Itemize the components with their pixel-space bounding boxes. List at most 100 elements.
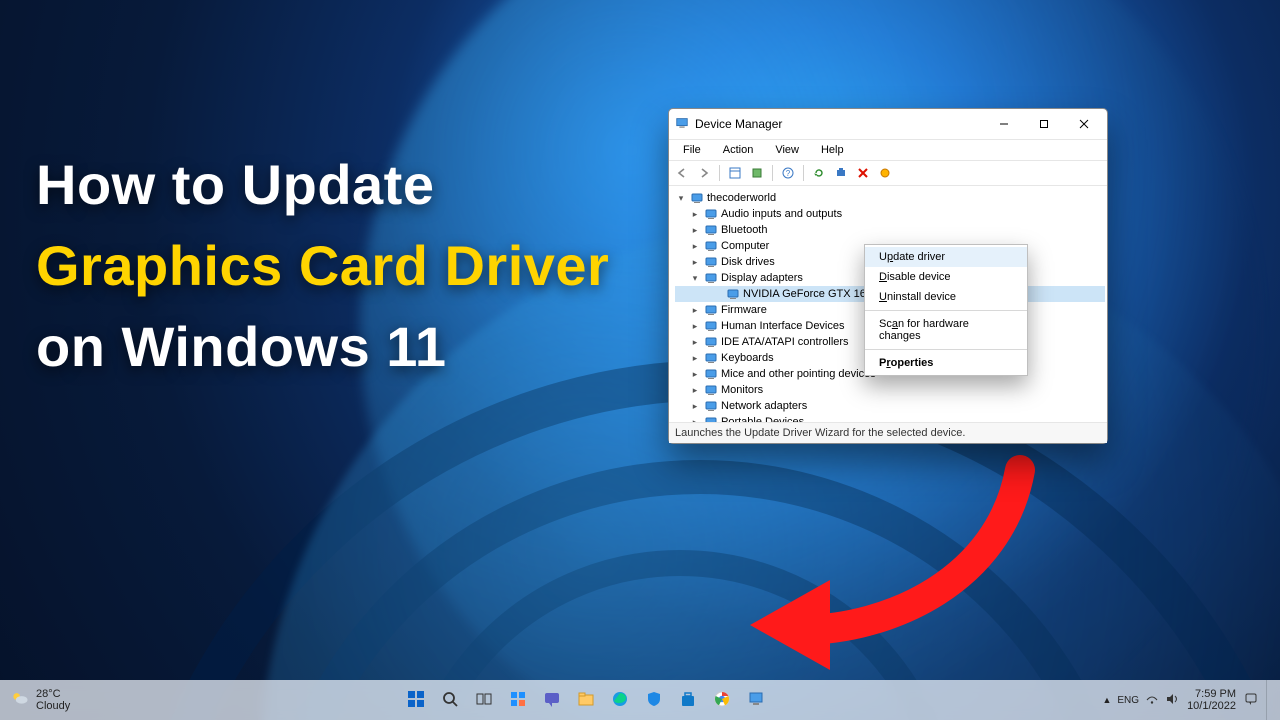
- chat-icon: [543, 690, 561, 711]
- taskbar-app-widgets[interactable]: [504, 686, 532, 714]
- headline-overlay: How to Update Graphics Card Driver on Wi…: [36, 144, 609, 388]
- toolbar-refresh-icon[interactable]: [810, 164, 828, 182]
- toolbar-view-icon[interactable]: [726, 164, 744, 182]
- device-manager-icon: [675, 116, 689, 133]
- context-menu-item[interactable]: Scan for hardware changes: [865, 314, 1027, 346]
- chevron-right-icon[interactable]: ▸: [689, 385, 701, 396]
- tree-node-label: Firmware: [721, 304, 767, 316]
- maximize-button[interactable]: [1027, 113, 1061, 135]
- chevron-right-icon[interactable]: ▸: [689, 321, 701, 332]
- context-menu-item[interactable]: Disable device: [865, 267, 1027, 287]
- red-arrow-annotation: [740, 460, 1040, 680]
- start-icon: [406, 689, 426, 712]
- tree-node[interactable]: ▾ thecoderworld: [675, 190, 1105, 206]
- tree-node[interactable]: ▸Network adapters: [675, 398, 1105, 414]
- computer-icon: [690, 191, 704, 205]
- title-bar[interactable]: Device Manager: [669, 109, 1107, 139]
- explorer-icon: [577, 690, 595, 711]
- chevron-right-icon[interactable]: ▸: [689, 225, 701, 236]
- taskbar-app-security[interactable]: [640, 686, 668, 714]
- chevron-right-icon[interactable]: ▸: [689, 353, 701, 364]
- tray-chevron-icon[interactable]: ▲: [1102, 695, 1111, 705]
- chevron-down-icon[interactable]: ▾: [675, 193, 687, 204]
- weather-icon: [10, 689, 30, 712]
- show-desktop-button[interactable]: [1266, 680, 1272, 720]
- portable-icon: [704, 415, 718, 423]
- taskbar-app-start[interactable]: [402, 686, 430, 714]
- tree-node-label: Human Interface Devices: [721, 320, 845, 332]
- back-button[interactable]: [673, 164, 691, 182]
- tree-node-label: IDE ATA/ATAPI controllers: [721, 336, 849, 348]
- toolbar-update-icon[interactable]: [832, 164, 850, 182]
- context-menu-item[interactable]: Properties: [865, 353, 1027, 373]
- chevron-right-icon[interactable]: ▸: [689, 257, 701, 268]
- system-tray[interactable]: ▲ ENG: [1102, 692, 1179, 709]
- chevron-right-icon[interactable]: ▸: [689, 209, 701, 220]
- context-menu-item[interactable]: Update driver: [865, 247, 1027, 267]
- toolbar-enable-icon[interactable]: [876, 164, 894, 182]
- search-icon: [441, 690, 459, 711]
- menu-file[interactable]: File: [673, 142, 711, 158]
- tree-node-label: thecoderworld: [707, 192, 776, 204]
- tray-locale[interactable]: ENG: [1117, 695, 1139, 706]
- taskbar-app-chrome[interactable]: [708, 686, 736, 714]
- clock-time: 7:59 PM: [1187, 688, 1236, 700]
- headline-line-1: How to Update: [36, 144, 609, 225]
- tree-node[interactable]: ▸ Bluetooth: [675, 222, 1105, 238]
- toolbar-disable-icon[interactable]: [854, 164, 872, 182]
- network-icon: [704, 399, 718, 413]
- taskbar-left: 28°C Cloudy: [0, 688, 70, 712]
- chevron-down-icon[interactable]: ▾: [689, 273, 701, 284]
- menu-view[interactable]: View: [765, 142, 809, 158]
- headline-line-3: on Windows 11: [36, 306, 609, 387]
- tree-node-label: Audio inputs and outputs: [721, 208, 842, 220]
- context-menu: Update driverDisable deviceUninstall dev…: [864, 244, 1028, 376]
- tree-node[interactable]: ▸Portable Devices: [675, 414, 1105, 423]
- taskbar-app-explorer[interactable]: [572, 686, 600, 714]
- ide-icon: [704, 335, 718, 349]
- tree-node[interactable]: ▸Monitors: [675, 382, 1105, 398]
- context-menu-item[interactable]: Uninstall device: [865, 287, 1027, 307]
- taskbar-app-chat[interactable]: [538, 686, 566, 714]
- taskbar-app-edge[interactable]: [606, 686, 634, 714]
- chevron-right-icon[interactable]: ▸: [689, 401, 701, 412]
- menu-action[interactable]: Action: [713, 142, 764, 158]
- taskbar-clock[interactable]: 7:59 PM 10/1/2022: [1187, 688, 1236, 712]
- tree-node-label: Display adapters: [721, 272, 803, 284]
- taskbar: 28°C Cloudy ▲ ENG 7:59 PM 10/1/2022: [0, 680, 1280, 720]
- close-button[interactable]: [1067, 113, 1101, 135]
- menu-bar: File Action View Help: [669, 139, 1107, 160]
- clock-date: 10/1/2022: [1187, 700, 1236, 712]
- toolbar-help-icon[interactable]: ?: [779, 164, 797, 182]
- taskbar-app-search[interactable]: [436, 686, 464, 714]
- widgets-icon: [509, 690, 527, 711]
- tree-node-label: Disk drives: [721, 256, 775, 268]
- chevron-right-icon[interactable]: ▸: [689, 369, 701, 380]
- security-icon: [645, 690, 663, 711]
- tree-node-label: Keyboards: [721, 352, 774, 364]
- minimize-button[interactable]: [987, 113, 1021, 135]
- chevron-right-icon[interactable]: ▸: [689, 305, 701, 316]
- taskbar-app-taskview[interactable]: [470, 686, 498, 714]
- taskview-icon: [475, 690, 493, 711]
- tree-node-label: Portable Devices: [721, 416, 804, 423]
- chevron-right-icon[interactable]: ▸: [689, 337, 701, 348]
- tray-wifi-icon[interactable]: [1145, 692, 1159, 709]
- menu-help[interactable]: Help: [811, 142, 854, 158]
- tray-volume-icon[interactable]: [1165, 692, 1179, 709]
- toolbar-device-icon[interactable]: [748, 164, 766, 182]
- devicemgr-icon: [747, 690, 765, 711]
- weather-temp: 28°C: [36, 688, 70, 700]
- tree-node-label: Bluetooth: [721, 224, 767, 236]
- notifications-icon[interactable]: [1244, 692, 1258, 709]
- tree-node[interactable]: ▸ Audio inputs and outputs: [675, 206, 1105, 222]
- weather-widget[interactable]: 28°C Cloudy: [10, 688, 70, 712]
- mouse-icon: [704, 367, 718, 381]
- computer-icon: [704, 239, 718, 253]
- chevron-right-icon[interactable]: ▸: [689, 241, 701, 252]
- tree-node-label: Computer: [721, 240, 769, 252]
- forward-button[interactable]: [695, 164, 713, 182]
- disk-icon: [704, 255, 718, 269]
- taskbar-app-devicemgr[interactable]: [742, 686, 770, 714]
- taskbar-app-store[interactable]: [674, 686, 702, 714]
